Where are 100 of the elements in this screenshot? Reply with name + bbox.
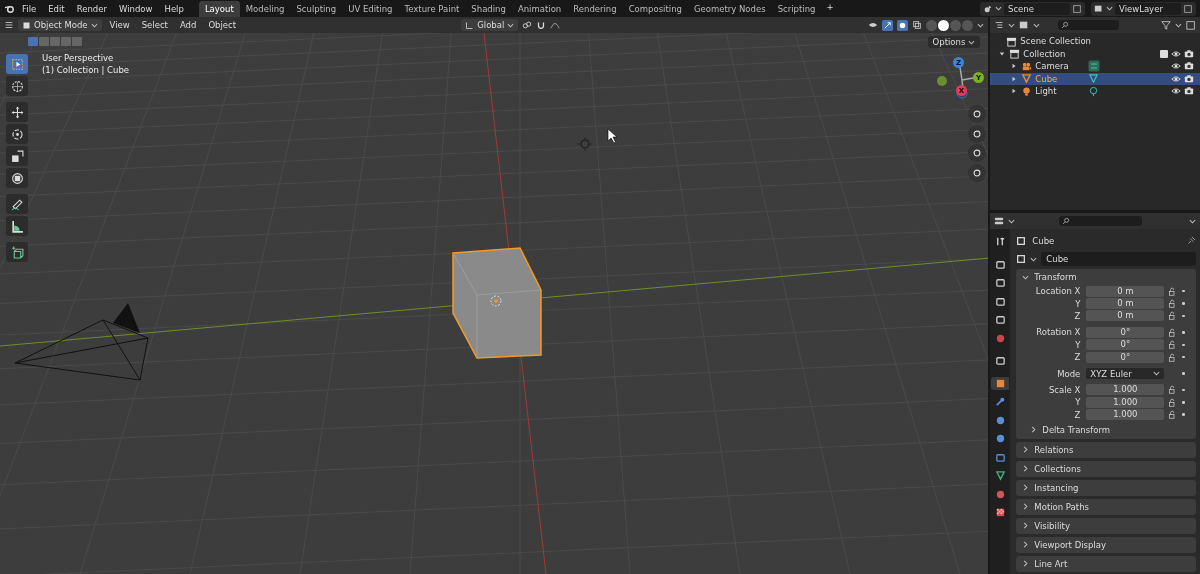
keyframe-dot[interactable] bbox=[1182, 372, 1185, 375]
tool-button[interactable] bbox=[6, 168, 28, 188]
menu-item[interactable]: Help bbox=[159, 2, 189, 15]
keyframe-dot[interactable] bbox=[1182, 355, 1185, 359]
number-field[interactable]: 0° bbox=[1086, 351, 1165, 363]
menu-item[interactable]: Edit bbox=[43, 2, 70, 15]
copy-icon[interactable] bbox=[1183, 3, 1193, 14]
outliner-row[interactable]: Cube bbox=[990, 72, 1200, 85]
panel-header[interactable]: Instancing bbox=[1034, 482, 1079, 493]
filter-icon[interactable] bbox=[1161, 20, 1171, 30]
lock-icon[interactable] bbox=[1168, 327, 1178, 337]
search-field[interactable] bbox=[1059, 216, 1143, 226]
workspace-tab[interactable]: Rendering bbox=[567, 0, 623, 17]
expanded-triangle-icon[interactable] bbox=[998, 50, 1007, 57]
movie-camera-button[interactable] bbox=[968, 144, 986, 162]
tool-button[interactable] bbox=[6, 242, 28, 262]
menu-item[interactable]: Object bbox=[204, 19, 241, 31]
keyframe-dot[interactable] bbox=[1182, 314, 1185, 318]
exclude-checkbox[interactable] bbox=[1160, 49, 1168, 58]
lock-icon[interactable] bbox=[1168, 397, 1178, 407]
eye-icon[interactable] bbox=[1171, 61, 1181, 72]
pin-icon[interactable] bbox=[1186, 236, 1196, 246]
mode-dropdown[interactable]: Object Mode bbox=[18, 19, 102, 31]
lock-icon[interactable] bbox=[1168, 410, 1178, 420]
menu-item[interactable]: Window bbox=[113, 2, 158, 15]
editor-type-icon[interactable] bbox=[4, 20, 14, 30]
xray-icon[interactable] bbox=[912, 20, 923, 30]
panel-header[interactable]: Visibility bbox=[1034, 520, 1070, 531]
number-field[interactable]: 1.000 bbox=[1086, 384, 1165, 396]
object-name-field[interactable]: Cube bbox=[1041, 252, 1196, 266]
tool-button[interactable] bbox=[6, 216, 28, 236]
search-field[interactable] bbox=[1058, 20, 1120, 30]
camera-icon[interactable] bbox=[1184, 86, 1194, 97]
cube[interactable] bbox=[452, 247, 542, 359]
menu-item[interactable]: Add bbox=[175, 19, 201, 31]
grid-button[interactable] bbox=[968, 163, 986, 182]
eye-icon[interactable] bbox=[1171, 73, 1181, 84]
workspace-tab[interactable]: Animation bbox=[511, 0, 568, 17]
outliner-row[interactable]: Scene Collection bbox=[990, 35, 1200, 48]
panel-header[interactable]: Collections bbox=[1034, 463, 1081, 474]
lock-icon[interactable] bbox=[1168, 385, 1178, 395]
menu-item[interactable]: Select bbox=[137, 19, 172, 31]
view-layer-icon[interactable] bbox=[1094, 3, 1104, 14]
scene-field[interactable]: Scene bbox=[1004, 2, 1070, 15]
number-field[interactable]: 0 m bbox=[1086, 298, 1165, 310]
lock-icon[interactable] bbox=[1168, 340, 1178, 350]
keyframe-dot[interactable] bbox=[1182, 331, 1185, 334]
lock-icon[interactable] bbox=[1168, 311, 1178, 321]
number-field[interactable]: 1.000 bbox=[1086, 396, 1165, 408]
panel-header[interactable]: Viewport Display bbox=[1034, 539, 1106, 550]
collapsed-panel[interactable]: Viewport Display bbox=[1016, 536, 1196, 553]
camera-icon[interactable] bbox=[1184, 61, 1194, 72]
panel-header[interactable]: Line Art bbox=[1034, 558, 1068, 569]
triangle-icon[interactable] bbox=[994, 470, 1006, 481]
workspace-tab[interactable]: Scripting bbox=[771, 0, 822, 17]
tool-button[interactable] bbox=[6, 102, 28, 122]
outliner-row[interactable]: Camera bbox=[990, 60, 1200, 73]
outliner-row[interactable]: Light bbox=[990, 85, 1200, 98]
workspace-tab[interactable]: Sculpting bbox=[290, 0, 343, 17]
properties-tab[interactable] bbox=[991, 376, 1010, 390]
lock-icon[interactable] bbox=[1168, 352, 1178, 362]
tool-button[interactable] bbox=[6, 76, 28, 96]
options-dropdown[interactable]: Options bbox=[927, 36, 981, 48]
keyframe-dot[interactable] bbox=[1182, 289, 1185, 293]
checker-icon[interactable] bbox=[994, 507, 1006, 518]
keyframe-dot[interactable] bbox=[1182, 343, 1185, 346]
tool-icon[interactable] bbox=[994, 236, 1006, 247]
menu-item[interactable]: Render bbox=[71, 2, 112, 15]
workspace-tab[interactable]: Texture Paint bbox=[398, 0, 466, 17]
blender-logo-icon[interactable] bbox=[4, 3, 15, 14]
number-field[interactable]: 0 m bbox=[1086, 310, 1165, 322]
lock-icon[interactable] bbox=[1168, 299, 1178, 309]
properties-editor-icon[interactable] bbox=[994, 216, 1005, 226]
workspace-tab[interactable]: Layout bbox=[198, 0, 240, 17]
add-workspace-button[interactable]: + bbox=[821, 0, 839, 17]
hand-button[interactable] bbox=[968, 124, 986, 143]
shading-button[interactable] bbox=[938, 19, 950, 31]
gizmo-icon[interactable] bbox=[882, 19, 894, 31]
tool-button[interactable] bbox=[6, 146, 28, 166]
copy-icon[interactable] bbox=[1072, 3, 1082, 14]
number-field[interactable]: 0 m bbox=[1086, 285, 1165, 297]
overlay-icon[interactable] bbox=[897, 19, 909, 31]
view-layer-field[interactable]: ViewLayer bbox=[1115, 2, 1181, 15]
menu-item[interactable]: View bbox=[105, 19, 134, 31]
zoom-button[interactable] bbox=[968, 105, 986, 123]
workspace-tab[interactable]: Geometry Nodes bbox=[687, 0, 772, 17]
eye-icon[interactable] bbox=[1171, 48, 1181, 59]
collapsed-panel[interactable]: Relations bbox=[1016, 441, 1196, 458]
workspace-tab[interactable]: UV Editing bbox=[342, 0, 399, 17]
camera-icon[interactable] bbox=[1184, 73, 1194, 84]
panel-header[interactable]: Transform bbox=[1034, 272, 1077, 282]
keyframe-dot[interactable] bbox=[1182, 401, 1185, 404]
eye-icon[interactable] bbox=[1171, 86, 1181, 97]
number-field[interactable]: 0° bbox=[1086, 339, 1165, 351]
camera-icon[interactable] bbox=[1184, 48, 1194, 59]
visibility-icon[interactable] bbox=[868, 20, 879, 30]
tool-button[interactable] bbox=[6, 194, 28, 214]
collapsed-panel[interactable]: Motion Paths bbox=[1016, 498, 1196, 515]
proportional-icon[interactable] bbox=[550, 20, 561, 30]
lock-icon[interactable] bbox=[1168, 286, 1178, 296]
